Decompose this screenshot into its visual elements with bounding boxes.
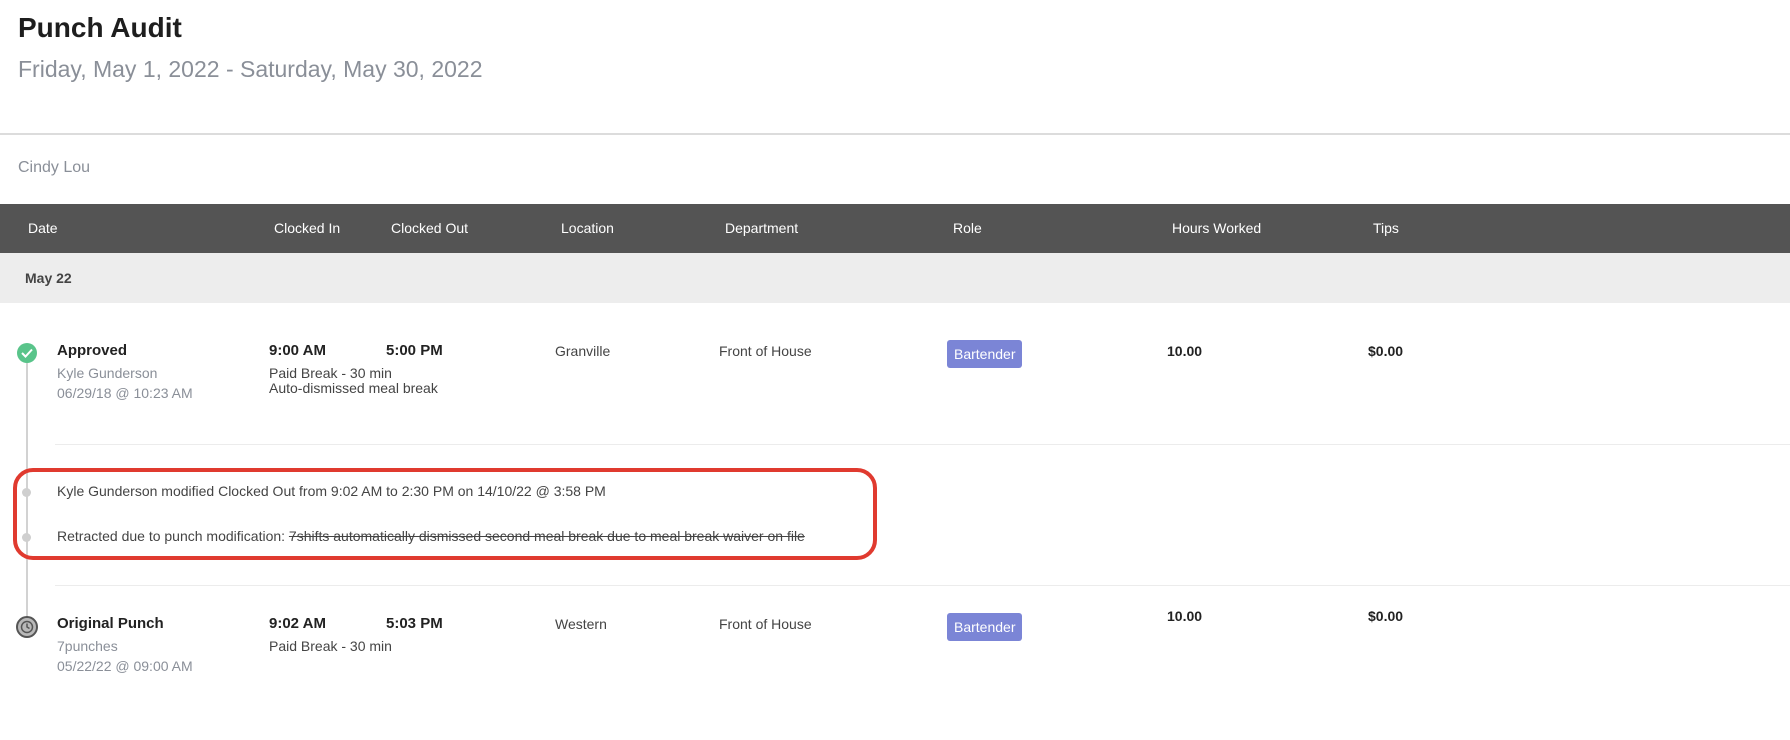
- status-approved: Approved: [57, 342, 128, 359]
- original-clocked-in: 9:02 AM: [269, 615, 326, 632]
- original-role-badge: Bartender: [947, 613, 1023, 641]
- page-title: Punch Audit: [18, 12, 182, 43]
- original-location: Western: [555, 616, 607, 632]
- original-timestamp: 05/22/22 @ 09:00 AM: [57, 658, 193, 674]
- tips-value: $0.00: [1368, 343, 1404, 359]
- meal-break-note: Auto-dismissed meal break: [269, 380, 438, 396]
- original-hours: 10.00: [1167, 608, 1203, 624]
- department-value: Front of House: [719, 343, 812, 359]
- role-badge: Bartender: [947, 340, 1023, 368]
- divider: [0, 133, 1790, 135]
- clocked-out-value: 5:00 PM: [386, 342, 443, 359]
- col-hours-worked[interactable]: Hours Worked: [1172, 220, 1261, 236]
- hours-worked-value: 10.00: [1167, 343, 1203, 359]
- col-date[interactable]: Date: [28, 220, 58, 236]
- col-clocked-in[interactable]: Clocked In: [274, 220, 340, 236]
- original-clocked-out: 5:03 PM: [386, 615, 443, 632]
- approved-by: Kyle Gunderson: [57, 365, 158, 381]
- table-header: Date Clocked In Clocked Out Location Dep…: [0, 204, 1790, 253]
- check-circle-icon: [17, 343, 37, 363]
- col-department[interactable]: Department: [725, 220, 798, 236]
- highlight-annotation: [13, 468, 877, 560]
- col-role[interactable]: Role: [953, 220, 982, 236]
- break-note: Paid Break - 30 min: [269, 365, 392, 381]
- location-value: Granville: [555, 343, 611, 359]
- row-divider: [55, 444, 1790, 445]
- clocked-in-value: 9:00 AM: [269, 342, 326, 359]
- col-clocked-out[interactable]: Clocked Out: [391, 220, 468, 236]
- col-tips[interactable]: Tips: [1373, 220, 1399, 236]
- date-range: Friday, May 1, 2022 - Saturday, May 30, …: [18, 56, 483, 82]
- date-group-label: May 22: [25, 270, 72, 286]
- col-location[interactable]: Location: [561, 220, 614, 236]
- employee-name: Cindy Lou: [18, 159, 91, 176]
- clock-icon: [16, 616, 38, 638]
- original-department: Front of House: [719, 616, 812, 632]
- original-source: 7punches: [57, 638, 118, 654]
- approved-timestamp: 06/29/18 @ 10:23 AM: [57, 385, 193, 401]
- original-tips: $0.00: [1368, 608, 1404, 624]
- original-break-note: Paid Break - 30 min: [269, 638, 392, 654]
- status-original: Original Punch: [57, 615, 164, 632]
- date-group-row: May 22: [0, 253, 1790, 303]
- row-divider: [55, 585, 1790, 586]
